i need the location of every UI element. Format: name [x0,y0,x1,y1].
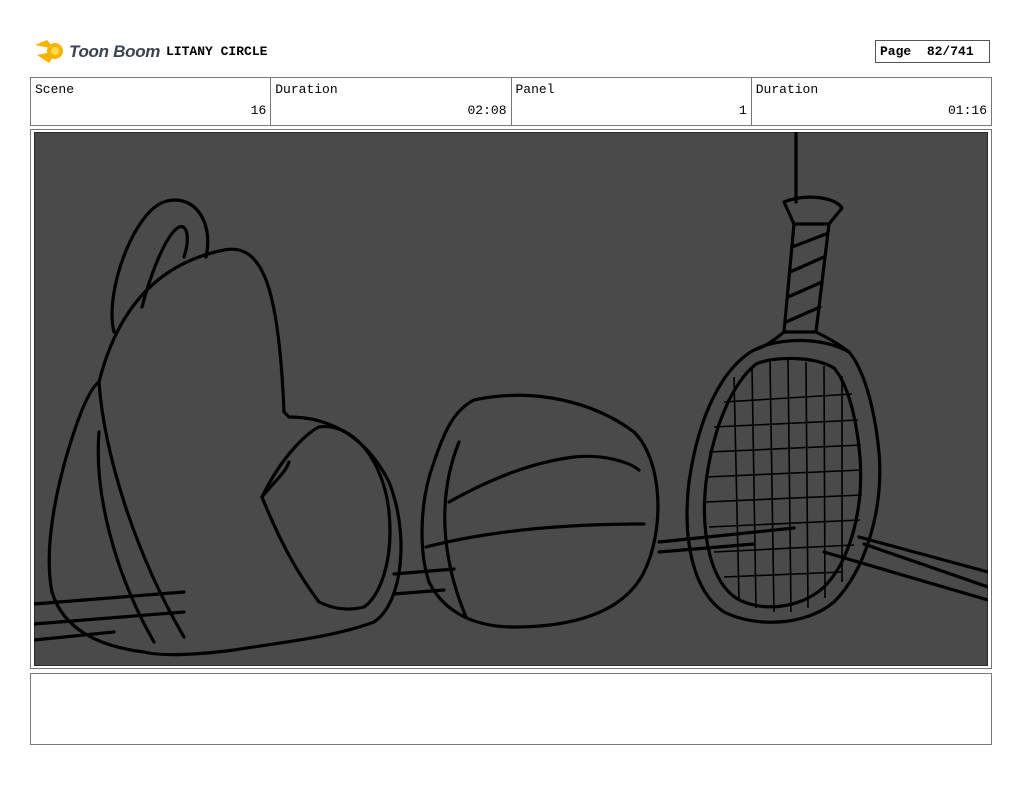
scene-duration-cell: Duration 02:08 [271,78,512,125]
scene-cell: Scene 16 [31,78,272,125]
scene-label: Scene [35,82,75,97]
drawing-background [34,132,988,666]
panel-duration-label: Duration [755,82,819,97]
brand-name: Toon Boom [69,42,161,61]
toon-boom-logo: Toon Boom [33,36,160,68]
page-indicator: Page 82/741 [875,40,990,63]
panel-cell: Panel 1 [512,78,752,125]
panel-duration-cell: Duration 01:16 [752,78,991,125]
panel-notes [30,673,992,745]
storyboard-drawing [34,132,988,666]
panel-label: Panel [515,82,555,97]
toon-boom-star-icon [35,40,63,63]
panel-value: 1 [738,103,747,118]
page-number: 82/741 [926,44,974,59]
scene-duration-label: Duration [275,82,338,97]
scene-duration-value: 02:08 [467,103,507,118]
scene-value: 16 [250,103,267,118]
panel-duration-value: 01:16 [947,103,987,118]
panel-info-row: Scene 16 Duration 02:08 Panel 1 Duration… [30,77,992,126]
page-label: Page [880,44,912,59]
project-title: LITANY CIRCLE [166,44,268,59]
